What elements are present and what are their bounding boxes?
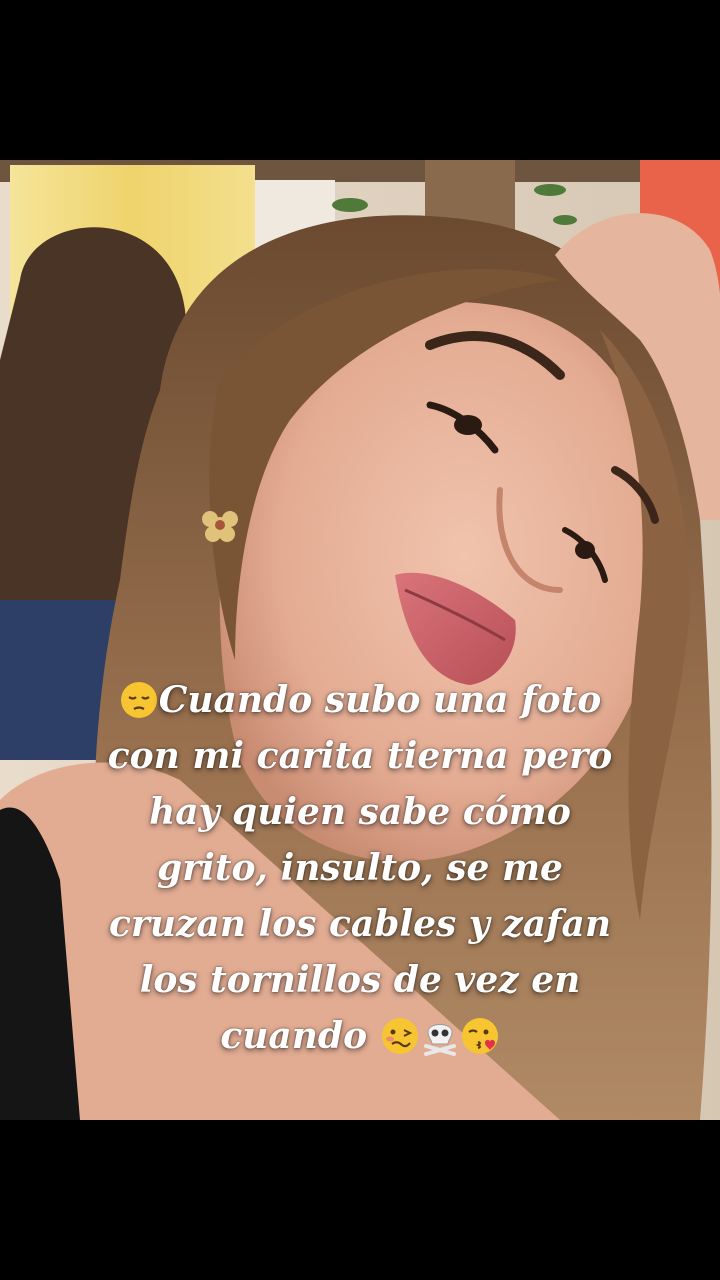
woozy-face-icon xyxy=(381,1018,418,1054)
caption-line-7-text: cuando xyxy=(220,1015,368,1057)
face-blowing-kiss-icon xyxy=(461,1018,498,1054)
caption-line-1-text: Cuando subo una foto xyxy=(158,679,602,721)
skull-crossbones-icon xyxy=(423,1024,456,1056)
caption-line-3: hay quien sabe cómo xyxy=(149,791,571,833)
caption-line-4: grito, insulto, se me xyxy=(157,847,563,889)
caption-line-2: con mi carita tierna pero xyxy=(107,735,613,777)
story-caption: Cuando subo una foto con mi carita tiern… xyxy=(40,672,680,1064)
caption-line-6: los tornillos de vez en xyxy=(139,959,581,1001)
pensive-face-icon xyxy=(120,682,157,718)
caption-line-7: cuando xyxy=(40,1008,680,1064)
caption-line-1: Cuando subo una foto xyxy=(40,672,680,728)
top-letterbox xyxy=(0,0,720,160)
story-frame: Cuando subo una foto con mi carita tiern… xyxy=(0,0,720,1280)
bottom-letterbox xyxy=(0,1120,720,1280)
caption-line-5: cruzan los cables y zafan xyxy=(108,903,612,945)
